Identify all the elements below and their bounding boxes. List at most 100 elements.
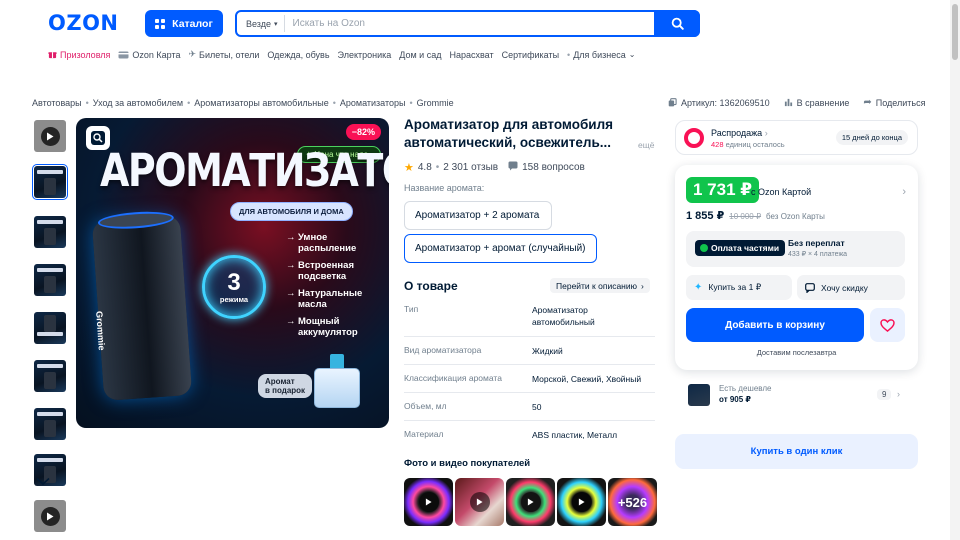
thumbnail-image[interactable] (34, 264, 66, 296)
product-meta: Артикул: 1362069510 В сравнение ➦ Подели… (668, 97, 925, 108)
buyer-media-more[interactable]: +526 (608, 478, 657, 526)
search-button[interactable] (654, 10, 700, 37)
spec-value: ABS пластик, Металл (532, 430, 618, 440)
buyer-video[interactable] (404, 478, 453, 526)
want-discount-button[interactable]: Хочу скидку (797, 275, 905, 300)
search-scope-select[interactable]: Везде ▾ (240, 15, 285, 32)
nav-item-clothes[interactable]: Одежда, обувь (267, 50, 329, 60)
feature-item: Натуральные масла (286, 288, 382, 310)
installment-block[interactable]: Оплата частями Без переплат 433 ₽ × 4 пл… (686, 231, 905, 267)
nav-label: Для бизнеса (573, 49, 626, 60)
aroma-option[interactable]: Ароматизатор + 2 аромата (404, 201, 552, 230)
chat-icon (805, 282, 815, 293)
buyer-video[interactable] (506, 478, 555, 526)
nav-item-bestsellers[interactable]: Нарасхват (449, 50, 493, 60)
favorite-button[interactable] (870, 308, 905, 342)
breadcrumb-item[interactable]: Автотовары (32, 98, 82, 108)
catalog-button[interactable]: Каталог (145, 10, 223, 37)
thumbnail-image[interactable] (32, 164, 68, 200)
reviews-link[interactable]: 2 301 отзыв (443, 162, 498, 173)
sale-banner[interactable]: Распродажа › 428 единиц осталось 15 дней… (675, 120, 918, 155)
breadcrumb-item[interactable]: Ароматизаторы (340, 98, 406, 108)
breadcrumb-item[interactable]: Уход за автомобилем (93, 98, 183, 108)
spec-row: Материал ABS пластик, Металл (404, 421, 655, 449)
spec-row: Классификация аромата Морской, Свежий, Хв… (404, 365, 655, 393)
spec-key: Материал (404, 429, 444, 439)
feature-item: Мощный аккумулятор (286, 316, 382, 338)
chevron-right-icon: › (897, 389, 900, 399)
dot-separator: • (435, 162, 440, 173)
ozon-card-price-label[interactable]: c Ozon Картой (751, 187, 811, 197)
share-button[interactable]: ➦ Поделиться (863, 97, 925, 108)
cheaper-offers[interactable]: Есть дешевле от 905 ₽ 9 › (684, 382, 910, 410)
rating-row: ★ 4.8 • 2 301 отзыв 158 вопросов (404, 161, 585, 174)
buy-for-one-button[interactable]: ✦ Купить за 1 ₽ (686, 275, 792, 300)
old-price: 10 000 ₽ (729, 212, 762, 221)
buyer-video[interactable] (557, 478, 606, 526)
want-discount-label: Хочу скидку (821, 282, 868, 293)
nav-label: Призоловля (60, 49, 111, 60)
nav-item-ozon-card[interactable]: Ozon Карта (118, 50, 181, 60)
cheaper-count: 9 (877, 389, 892, 400)
thumbnail-image[interactable] (34, 216, 66, 248)
chevron-right-icon: › (641, 280, 644, 291)
buy-for-one-label: Купить за 1 ₽ (708, 282, 762, 292)
nav-item-electronics[interactable]: Электроника (338, 50, 392, 60)
cheaper-price: от 905 ₽ (719, 395, 751, 404)
breadcrumb-item[interactable]: Grommie (417, 98, 454, 108)
copy-icon (668, 98, 677, 107)
nav-item-prizes[interactable]: Призоловля (48, 50, 110, 60)
chevron-down-icon[interactable] (36, 477, 50, 486)
nav-item-home[interactable]: Дом и сад (399, 50, 441, 60)
buyer-video[interactable] (455, 478, 504, 526)
rating-value: 4.8 (417, 162, 432, 173)
device-brand: Grommie (94, 310, 107, 351)
thumbnail-video[interactable] (34, 120, 66, 152)
aroma-option-selected[interactable]: Ароматизатор + аромат (случайный) (404, 234, 597, 263)
page-scrollbar[interactable] (950, 0, 960, 540)
sale-timer: 15 дней до конца (835, 130, 908, 145)
nav-item-business[interactable]: • Для бизнеса ⌄ (567, 50, 635, 60)
aroma-bottle (314, 368, 360, 408)
article-copy[interactable]: Артикул: 1362069510 (668, 98, 770, 108)
sale-ring-icon (684, 128, 704, 148)
go-to-description-button[interactable]: Перейти к описанию › (550, 278, 650, 293)
grid-icon (155, 18, 166, 29)
buy-one-click-button[interactable]: Купить в один клик (675, 434, 918, 469)
compare-button[interactable]: В сравнение (784, 98, 849, 108)
add-to-cart-button[interactable]: Добавить в корзину (686, 308, 864, 342)
more-count: +526 (617, 494, 648, 510)
spec-value: 50 (532, 402, 542, 412)
search-input[interactable] (284, 12, 654, 35)
play-icon (40, 506, 60, 526)
nav-item-tickets[interactable]: ✈ Билеты, отели (189, 49, 260, 60)
ozon-logo[interactable]: OZON (48, 11, 119, 35)
thumbnail-image[interactable] (34, 408, 66, 440)
modes-ring: 3 режима (202, 255, 266, 319)
modes-label: режима (219, 294, 249, 304)
thumbnail-image[interactable] (34, 312, 66, 344)
questions-link[interactable]: 158 вопросов (522, 162, 585, 173)
scrollbar-thumb[interactable] (952, 4, 958, 60)
delivery-info: Доставим послезавтра (756, 348, 837, 357)
modes-number: 3 (227, 268, 241, 296)
cheaper-label: Есть дешевле (719, 384, 772, 393)
play-icon (520, 492, 541, 512)
breadcrumb: Автотовары • Уход за автомобилем • Аромати… (32, 98, 454, 108)
chat-icon (508, 161, 518, 174)
thumbnail-image[interactable] (34, 360, 66, 392)
buyer-media-strip: +526 (404, 478, 657, 526)
share-label: Поделиться (875, 97, 926, 108)
nav-item-certificates[interactable]: Сертификаты (502, 50, 559, 60)
thumbnail-video[interactable] (34, 500, 66, 532)
product-main-image[interactable]: −82% ✦ Цена что надо › АРОМАТИЗАТОР ДЛЯ … (76, 118, 389, 428)
buyer-media-title: Фото и видео покупателей (404, 458, 531, 469)
share-icon: ➦ (863, 97, 872, 108)
title-more-link[interactable]: ещё (638, 140, 654, 150)
breadcrumb-item[interactable]: Ароматизаторы автомобильные (194, 98, 328, 108)
play-icon (571, 492, 592, 512)
regular-price: 1 855 ₽ (686, 210, 725, 222)
chevron-right-icon[interactable]: › (902, 186, 906, 198)
breadcrumb-separator: • (409, 98, 413, 108)
star-icon: ★ (404, 162, 414, 174)
